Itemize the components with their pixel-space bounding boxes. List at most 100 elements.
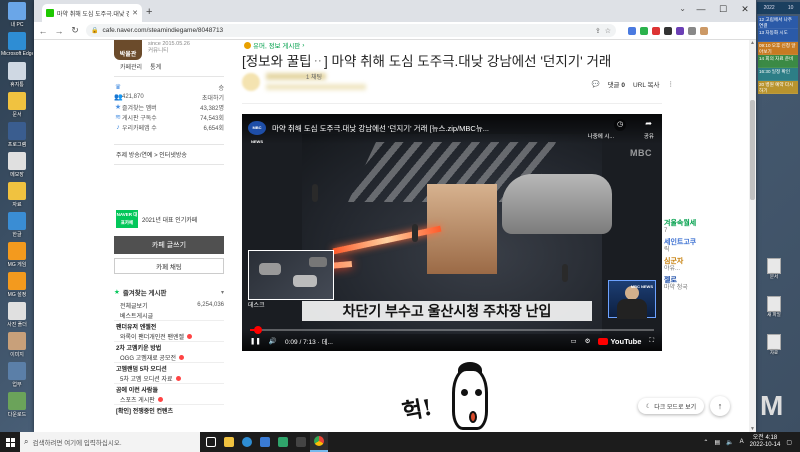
board-item[interactable]: 5차 고멤 오디션 자료 (114, 373, 224, 383)
board-item[interactable]: 전체글보기 6,254,036 (114, 300, 224, 310)
close-window-icon[interactable]: ✕ (734, 0, 756, 18)
extension-dark-icon[interactable] (664, 26, 672, 35)
youtube-video-player[interactable]: MBC NEWS 마약 취해 도심 도주극.대낮 강남에선 '던지기' 거래 [… (242, 114, 662, 351)
settings-gear-icon[interactable]: ⚙ (585, 337, 591, 345)
scrollbar-thumb[interactable] (750, 100, 755, 200)
cafe-stats-link[interactable]: 통계 (150, 62, 161, 71)
url-copy-button[interactable]: URL 복사 (633, 79, 660, 89)
member-stat-value[interactable]: 초대하기 (202, 93, 224, 102)
desktop-newfile-icon[interactable]: 새 파일 (762, 296, 786, 320)
desktop-shortcut-icon[interactable]: 프로그램 (2, 122, 32, 152)
video-title[interactable]: 마약 취해 도심 도주극.대낮 강남에선 '던지기' 거래 [뉴스.zip/MB… (272, 123, 489, 134)
scroll-top-button[interactable]: ↑ (710, 396, 730, 416)
share-icon[interactable]: ⇪ (595, 27, 601, 35)
forward-icon[interactable]: → (54, 26, 64, 36)
desktop-shortcut-icon[interactable]: 한글 (2, 212, 32, 242)
extensions-puzzle-icon[interactable] (688, 26, 696, 35)
tray-arrow-icon[interactable]: ⌃ (703, 439, 708, 446)
extension-purple-icon[interactable] (676, 26, 684, 35)
cafe-logo[interactable]: 박물관 (114, 40, 142, 60)
subtitles-icon[interactable]: ▭ (570, 337, 576, 345)
desktop-shortcut-icon[interactable]: MG 설정 (2, 272, 32, 302)
desktop-shortcut-icon[interactable]: Microsoft Edge (1, 32, 33, 62)
app-green-button[interactable] (274, 432, 292, 452)
chevron-down-icon[interactable]: ▾ (221, 289, 224, 296)
schedule-item[interactable]: 16:30 일정 확인 (758, 68, 798, 81)
edge-button[interactable] (238, 432, 256, 452)
maximize-icon[interactable]: ☐ (712, 0, 734, 18)
file-explorer-button[interactable] (220, 432, 238, 452)
side-post-item[interactable]: 세인트고쿠 릭 (664, 239, 744, 254)
desktop-file-icon[interactable]: 문서 (762, 258, 786, 282)
desktop-shortcut-icon[interactable]: 사진 폴더 (2, 302, 32, 332)
bookmark-star-icon[interactable]: ☆ (605, 27, 611, 35)
comment-label[interactable]: 댓글 0 (608, 79, 625, 89)
desktop-shortcut-icon[interactable]: 메모장 (2, 152, 32, 182)
minimize-icon[interactable]: — (690, 0, 712, 18)
new-tab-button[interactable]: + (146, 6, 152, 18)
desktop-shortcut-icon[interactable]: MG 게임 (2, 242, 32, 272)
fullscreen-icon[interactable]: ⛶ (649, 337, 654, 345)
task-view-button[interactable] (202, 432, 220, 452)
share-arrow-icon[interactable]: ➦ (645, 119, 652, 128)
schedule-item[interactable]: 09:10 오후 신청 알아보기 (758, 42, 798, 55)
side-post-item[interactable]: 심군자 야유... (664, 258, 744, 273)
taskbar-search[interactable]: ⌕ 검색하려면 여기에 입력하십시오. (20, 432, 200, 452)
schedule-item[interactable]: 13 자동화 시도 (758, 29, 798, 42)
board-item[interactable]: OGG 고멤재료 공모전 (114, 352, 224, 362)
store-button[interactable] (256, 432, 274, 452)
tab-search-icon[interactable]: ⌄ (679, 4, 686, 13)
notification-icon[interactable]: ▢ (786, 439, 792, 446)
dark-mode-button[interactable]: ☾ 다크 모드로 보기 (638, 398, 704, 414)
channel-avatar[interactable]: MBC NEWS (248, 121, 266, 144)
board-item[interactable]: 스포츠 게시판 (114, 394, 224, 404)
desktop-data-icon[interactable]: 자료 (762, 334, 786, 358)
more-icon[interactable]: ⋮ (668, 80, 675, 88)
speaker-icon[interactable]: 🔈 (726, 439, 733, 446)
desktop-shortcut-icon[interactable]: 다운로드 (2, 392, 32, 422)
profile-avatar[interactable] (700, 26, 708, 35)
address-bar[interactable]: 🔒 cafe.naver.com/steamindiegame/8048713 … (86, 24, 616, 37)
board-item[interactable]: 베스트게시글 (114, 310, 224, 320)
network-icon[interactable]: ▤ (714, 439, 720, 446)
cafe-manage-link[interactable]: 카페관리 (120, 62, 142, 71)
desktop-shortcut-icon[interactable]: 업무 (2, 362, 32, 392)
schedule-item[interactable]: 14 회의 자료 준비 (758, 55, 798, 68)
author-chat-tag[interactable]: 1 채팅 (306, 72, 322, 81)
video-progress-bar[interactable] (250, 326, 654, 334)
desktop-shortcut-icon[interactable]: 이미지 (2, 332, 32, 362)
desktop-shortcut-icon[interactable]: 자료 (2, 182, 32, 212)
browser-tab[interactable]: 마약 취해 도심 도주극.대낮 강남에서 '던지기' 거래 ✕ (42, 4, 142, 22)
desktop-shortcut-icon[interactable]: 휴지통 (2, 62, 32, 92)
desktop-shortcut-icon[interactable]: 내 PC (2, 2, 32, 32)
youtube-logo[interactable]: YouTube (598, 337, 641, 346)
app-dark-button[interactable] (292, 432, 310, 452)
scroll-up-icon[interactable]: ▲ (749, 40, 756, 46)
desktop-shortcut-icon[interactable]: 문서 (2, 92, 32, 122)
watch-later-icon[interactable]: ◷ (614, 119, 626, 131)
ime-icon[interactable]: A (740, 439, 744, 445)
schedule-item[interactable]: 12 고립에서 나주 연결 (758, 16, 798, 29)
pause-icon[interactable]: ❚❚ (250, 337, 261, 345)
start-button[interactable] (0, 432, 20, 452)
board-name[interactable]: 유머, 정보 게시판 (253, 40, 300, 50)
back-icon[interactable]: ← (38, 26, 48, 36)
side-post-item[interactable]: 겨울속월세 7 (664, 220, 744, 235)
board-breadcrumb[interactable]: 유머, 정보 게시판 › (244, 40, 304, 50)
extension-red-icon[interactable] (652, 26, 660, 35)
favorite-boards-header[interactable]: ★ 즐겨찾는 게시판 ▾ (114, 286, 224, 298)
author-avatar[interactable] (242, 73, 260, 91)
chrome-button[interactable] (310, 432, 328, 452)
side-post-item[interactable]: 젤로 마약 청국 (664, 277, 744, 292)
write-post-button[interactable]: 카페 글쓰기 (114, 236, 224, 254)
browser-menu-icon[interactable]: ⋮ (712, 27, 720, 35)
vertical-scrollbar[interactable]: ▲ ▼ (749, 40, 756, 432)
comment-icon[interactable]: 💬 (591, 80, 599, 88)
extension-blue-icon[interactable] (628, 26, 636, 35)
schedule-item[interactable]: 20 병원 예약 다시 하기 (758, 81, 798, 94)
lock-icon[interactable]: 🔒 (91, 27, 98, 34)
board-item[interactable]: 와록이 팬더개인전 팬엔젤 (114, 331, 224, 341)
cafe-topic[interactable]: 주제 방송/연예 > 인터넷방송 (116, 150, 187, 159)
cafe-chat-button[interactable]: 카페 채팅 (114, 258, 224, 274)
close-tab-icon[interactable]: ✕ (132, 9, 138, 17)
